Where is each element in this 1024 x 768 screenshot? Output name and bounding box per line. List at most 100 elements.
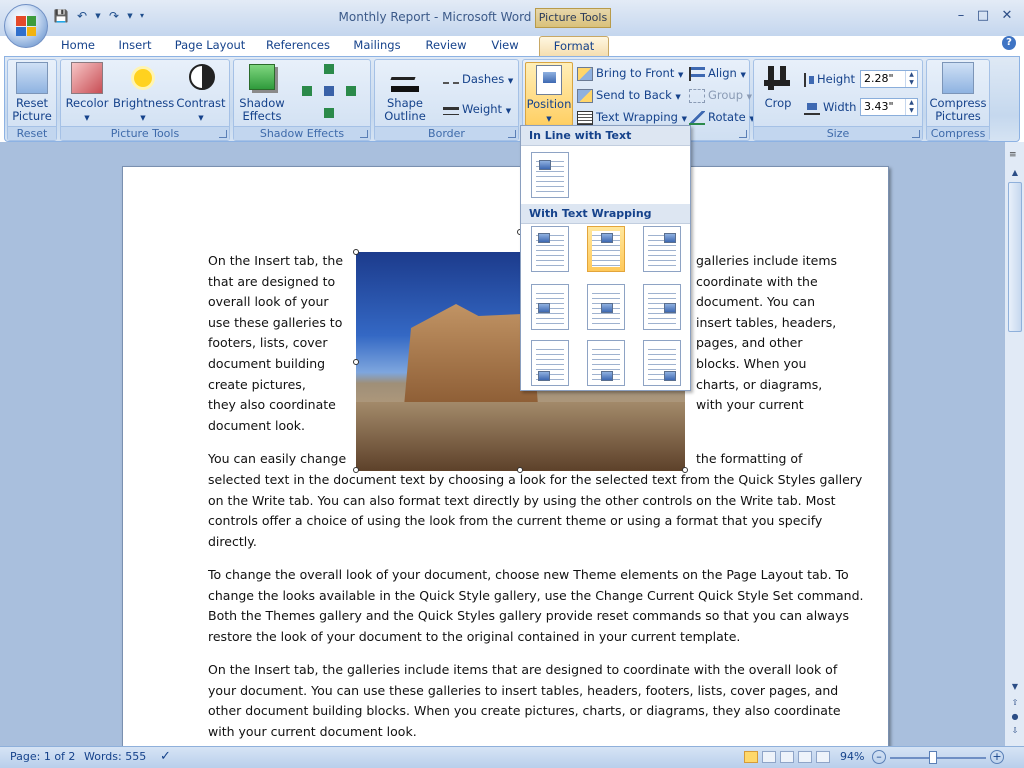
- contrast-button[interactable]: Contrast ▼: [175, 62, 227, 125]
- document-page[interactable]: On the Insert tab, the that are designed …: [122, 166, 889, 746]
- help-icon[interactable]: ?: [1002, 36, 1016, 50]
- outline-view-icon[interactable]: [798, 751, 812, 763]
- shadow-effects-button[interactable]: Shadow Effects: [236, 62, 288, 123]
- tab-home[interactable]: Home: [55, 36, 101, 56]
- text-wrapping-button[interactable]: Text Wrapping ▼: [577, 108, 687, 126]
- crop-button[interactable]: Crop: [758, 62, 798, 110]
- picture-tools-context-label: Picture Tools: [535, 8, 611, 28]
- height-spin-arrows-icon[interactable]: ▲ ▼: [905, 71, 917, 87]
- width-icon: [804, 100, 820, 115]
- web-layout-icon[interactable]: [780, 751, 794, 763]
- nudge-shadow-arrows: [294, 62, 364, 122]
- office-button[interactable]: [4, 4, 48, 48]
- tab-format[interactable]: Format: [539, 36, 609, 56]
- position-wrap-thumb-9[interactable]: [643, 340, 681, 386]
- word-count[interactable]: Words: 555: [84, 750, 146, 763]
- next-page-icon[interactable]: ⇩: [1008, 726, 1022, 738]
- position-button[interactable]: Position ▼: [525, 62, 573, 126]
- tab-review[interactable]: Review: [421, 36, 471, 56]
- proofing-icon[interactable]: ✓: [160, 749, 171, 764]
- nudge-right-icon[interactable]: [346, 86, 356, 96]
- position-wrap-thumb-3[interactable]: [643, 226, 681, 272]
- maximize-button[interactable]: □: [972, 8, 994, 24]
- scroll-up-icon[interactable]: ▲: [1008, 168, 1022, 180]
- rotate-icon: [689, 110, 705, 125]
- minimize-button[interactable]: –: [950, 8, 972, 24]
- shape-outline-button[interactable]: Shape Outline: [379, 62, 431, 123]
- weight-button[interactable]: Weight ▼: [443, 100, 511, 118]
- arrange-launcher-icon[interactable]: [739, 130, 747, 138]
- paragraph-4: On the Insert tab, the galleries include…: [208, 660, 841, 742]
- resize-handle-bm[interactable]: [517, 467, 523, 473]
- resize-handle-bl[interactable]: [353, 467, 359, 473]
- nudge-left-icon[interactable]: [302, 86, 312, 96]
- page-count[interactable]: Page: 1 of 2: [10, 750, 75, 763]
- compress-pictures-button[interactable]: Compress Pictures: [929, 62, 987, 123]
- view-ruler-icon[interactable]: ≡: [1009, 150, 1021, 166]
- select-browse-object-icon[interactable]: ●: [1008, 712, 1022, 724]
- position-wrap-thumb-6[interactable]: [643, 284, 681, 330]
- position-wrap-thumb-5[interactable]: [587, 284, 625, 330]
- zoom-out-icon[interactable]: –: [872, 750, 886, 764]
- brightness-button[interactable]: Brightness ▼: [113, 62, 174, 125]
- resize-handle-br[interactable]: [682, 467, 688, 473]
- tab-page-layout[interactable]: Page Layout: [172, 36, 248, 56]
- position-wrap-thumb-8[interactable]: [587, 340, 625, 386]
- text-line: on the Write tab. You can also format te…: [208, 492, 836, 508]
- with-text-wrapping-header: With Text Wrapping: [521, 204, 690, 224]
- group-button[interactable]: Group ▼: [689, 86, 752, 104]
- position-wrap-thumb-2[interactable]: [587, 226, 625, 272]
- bring-to-front-button[interactable]: Bring to Front ▼: [577, 64, 683, 82]
- position-wrap-thumb-1[interactable]: [531, 226, 569, 272]
- recolor-button[interactable]: Recolor ▼: [63, 62, 111, 125]
- width-spin-arrows-icon[interactable]: ▲ ▼: [905, 99, 917, 115]
- group-size: Crop Height 2.28" ▲ ▼ Width 3.43" ▲ ▼ Size: [753, 59, 923, 141]
- border-launcher-icon[interactable]: [508, 130, 516, 138]
- draft-view-icon[interactable]: [816, 751, 830, 763]
- shadow-effects-icon: [246, 62, 278, 94]
- resize-handle-ml[interactable]: [353, 359, 359, 365]
- send-to-back-button[interactable]: Send to Back ▼: [577, 86, 681, 104]
- resize-handle-tl[interactable]: [353, 249, 359, 255]
- zoom-level[interactable]: 94%: [840, 750, 864, 763]
- position-wrap-thumb-7[interactable]: [531, 340, 569, 386]
- position-inline-thumb[interactable]: [531, 152, 569, 198]
- text-line: pages, and other: [696, 335, 803, 351]
- group-label: Group: [708, 88, 744, 102]
- size-launcher-icon[interactable]: [912, 130, 920, 138]
- print-layout-icon[interactable]: [744, 751, 758, 763]
- text-line: create pictures,: [208, 376, 306, 392]
- group-label-shadow-effects: Shadow Effects: [234, 126, 370, 140]
- nudge-up-icon[interactable]: [324, 64, 334, 74]
- weight-icon: [443, 106, 459, 115]
- zoom-slider-thumb[interactable]: [929, 751, 937, 764]
- text-line: directly.: [208, 533, 257, 549]
- height-spinner[interactable]: 2.28" ▲ ▼: [860, 70, 918, 88]
- previous-page-icon[interactable]: ⇧: [1008, 698, 1022, 710]
- tab-mailings[interactable]: Mailings: [348, 36, 406, 56]
- align-button[interactable]: Align ▼: [689, 64, 746, 82]
- picture-tools-launcher-icon[interactable]: [219, 130, 227, 138]
- zoom-in-icon[interactable]: +: [990, 750, 1004, 764]
- weight-label: Weight: [462, 102, 503, 116]
- dashes-button[interactable]: Dashes ▼: [443, 70, 513, 88]
- align-label: Align: [708, 66, 737, 80]
- full-screen-reading-icon[interactable]: [762, 751, 776, 763]
- vertical-scrollbar[interactable]: ≡ ▲ ▼ ⇧ ● ⇩: [1004, 142, 1024, 746]
- shadow-toggle-icon[interactable]: [324, 86, 334, 96]
- tab-references[interactable]: References: [263, 36, 333, 56]
- width-spinner[interactable]: 3.43" ▲ ▼: [860, 98, 918, 116]
- send-to-back-label: Send to Back: [596, 88, 672, 102]
- position-wrap-thumb-4[interactable]: [531, 284, 569, 330]
- close-button[interactable]: ✕: [996, 8, 1018, 24]
- scroll-thumb[interactable]: [1008, 182, 1022, 332]
- shadow-effects-launcher-icon[interactable]: [360, 130, 368, 138]
- reset-picture-button[interactable]: Reset Picture: [10, 62, 54, 123]
- tab-insert[interactable]: Insert: [113, 36, 157, 56]
- nudge-down-icon[interactable]: [324, 108, 334, 118]
- scroll-down-icon[interactable]: ▼: [1008, 682, 1022, 694]
- zoom-slider-track[interactable]: [890, 757, 986, 759]
- text-line: To change the overall look of your docum…: [208, 567, 849, 582]
- tab-view[interactable]: View: [484, 36, 526, 56]
- rotate-button[interactable]: Rotate ▼: [689, 108, 755, 126]
